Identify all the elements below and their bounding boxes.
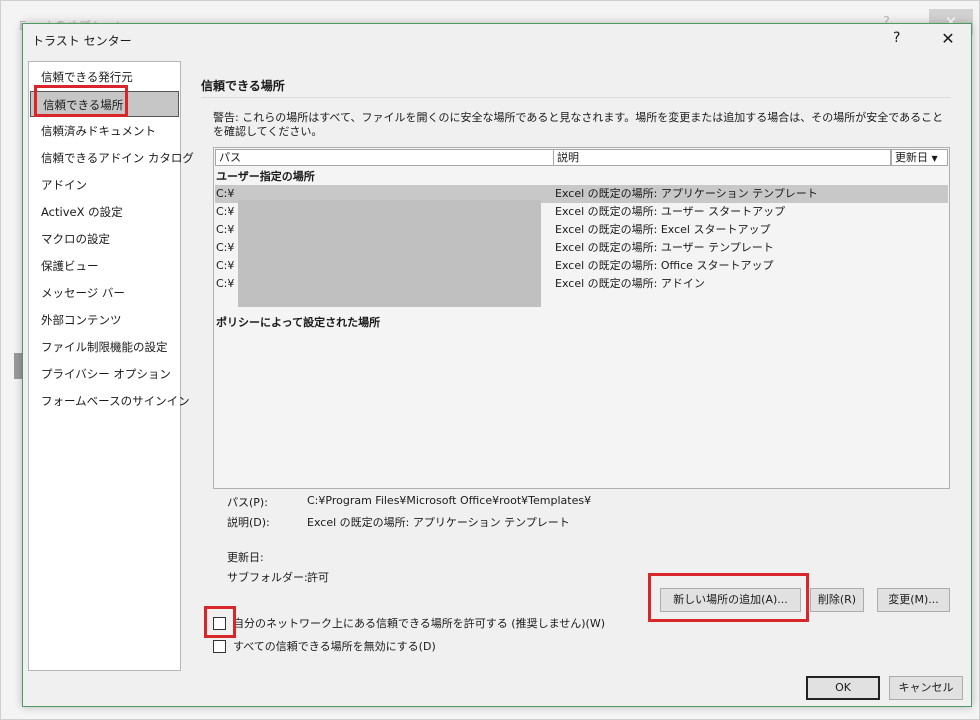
row-path: C:¥	[216, 277, 235, 290]
row-path: C:¥	[216, 223, 235, 236]
sidebar-item-protected-view[interactable]: 保護ビュー	[29, 253, 180, 279]
detail-description-label: 説明(D):	[227, 516, 270, 529]
section-title: 信頼できる場所	[201, 79, 285, 93]
help-button[interactable]: ?	[893, 30, 900, 46]
delete-button[interactable]: 削除(R)	[810, 588, 864, 612]
disable-all-locations-option[interactable]: すべての信頼できる場所を無効にする(D)	[213, 640, 473, 656]
detail-path-value: C:¥Program Files¥Microsoft Office¥root¥T…	[307, 494, 592, 507]
column-header-description[interactable]: 説明	[553, 149, 891, 166]
sidebar-item-file-block-settings[interactable]: ファイル制限機能の設定	[29, 334, 180, 360]
row-path: C:¥	[216, 241, 235, 254]
sidebar-nav: 信頼できる発行元 信頼できる場所 信頼済みドキュメント 信頼できるアドイン カタ…	[28, 61, 194, 671]
trust-center-dialog: トラスト センター ? ✕ 信頼できる発行元 信頼できる場所 信頼済みドキュメン…	[22, 23, 972, 707]
row-path: C:¥	[216, 205, 235, 218]
sidebar-item-addins[interactable]: アドイン	[29, 172, 180, 198]
trusted-locations-list[interactable]: パス 説明 更新日 ▼ ユーザー指定の場所 C:¥ Excel の既定の場所: …	[213, 147, 950, 489]
section-divider	[201, 97, 951, 98]
disable-all-label: すべての信頼できる場所を無効にする(D)	[233, 640, 436, 653]
redacted-path-area	[238, 200, 541, 307]
sidebar-item-macro-settings[interactable]: マクロの設定	[29, 226, 180, 252]
row-description: Excel の既定の場所: ユーザー スタートアップ	[555, 205, 786, 218]
group-header-user-locations: ユーザー指定の場所	[216, 170, 315, 183]
close-button[interactable]: ✕	[935, 27, 961, 51]
column-header-modified[interactable]: 更新日 ▼	[891, 149, 948, 166]
sort-dropdown-icon: ▼	[931, 154, 938, 163]
row-path: C:¥	[216, 187, 235, 200]
row-description: Excel の既定の場所: Excel スタートアップ	[555, 223, 771, 236]
detail-subfolder-value: 許可	[307, 571, 329, 584]
sidebar-item-form-based-signin[interactable]: フォームベースのサインイン	[29, 388, 190, 414]
detail-path-label: パス(P):	[227, 496, 268, 509]
allow-network-locations-option[interactable]: 自分のネットワーク上にある信頼できる場所を許可する (推奨しません)(W)	[213, 617, 633, 633]
row-description: Excel の既定の場所: アプリケーション テンプレート	[555, 187, 818, 200]
column-header-path[interactable]: パス	[215, 149, 554, 166]
sidebar-item-activex-settings[interactable]: ActiveX の設定	[29, 199, 180, 225]
sidebar-item-trusted-addin-catalogs[interactable]: 信頼できるアドイン カタログ	[29, 145, 194, 171]
row-path: C:¥	[216, 259, 235, 272]
detail-description-value: Excel の既定の場所: アプリケーション テンプレート	[307, 516, 570, 529]
ok-button[interactable]: OK	[806, 676, 880, 700]
allow-network-label: 自分のネットワーク上にある信頼できる場所を許可する (推奨しません)(W)	[233, 617, 605, 630]
detail-modified-label: 更新日:	[227, 551, 264, 564]
warning-text: 警告: これらの場所はすべて、ファイルを開くのに安全な場所であると見なされます。…	[213, 111, 944, 138]
dialog-title: トラスト センター	[32, 34, 132, 48]
disable-all-checkbox[interactable]	[213, 640, 226, 653]
column-header-modified-label: 更新日	[895, 151, 928, 164]
row-description: Excel の既定の場所: アドイン	[555, 277, 705, 290]
background-scrollbar-thumb	[14, 353, 22, 379]
sidebar-item-message-bar[interactable]: メッセージ バー	[29, 280, 180, 306]
detail-subfolder-label: サブフォルダー:	[227, 571, 308, 584]
highlight-trusted-locations	[34, 85, 128, 117]
highlight-add-location-button	[648, 573, 809, 622]
sidebar-item-privacy-options[interactable]: プライバシー オプション	[29, 361, 180, 387]
modify-button[interactable]: 変更(M)...	[877, 588, 950, 612]
group-header-policy-locations: ポリシーによって設定された場所	[216, 316, 381, 329]
cancel-button[interactable]: キャンセル	[889, 676, 963, 700]
sidebar-item-external-content[interactable]: 外部コンテンツ	[29, 307, 180, 333]
row-description: Excel の既定の場所: ユーザー テンプレート	[555, 241, 774, 254]
sidebar-item-trusted-documents[interactable]: 信頼済みドキュメント	[29, 118, 180, 144]
row-description: Excel の既定の場所: Office スタートアップ	[555, 259, 774, 272]
highlight-network-checkbox	[204, 606, 236, 638]
